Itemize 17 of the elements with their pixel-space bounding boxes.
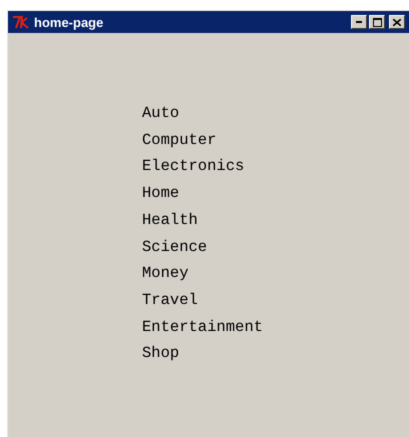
menu-link[interactable]: Computer <box>142 126 216 154</box>
menu-link[interactable]: Home <box>142 180 180 207</box>
maximize-button[interactable] <box>369 15 385 29</box>
maximize-icon <box>372 18 382 26</box>
menu-link[interactable]: Shop <box>142 340 180 368</box>
menu-link[interactable]: Entertainment <box>142 314 263 340</box>
menu-link[interactable]: Travel <box>142 286 198 314</box>
window-title: home-page <box>34 16 104 28</box>
close-icon <box>393 18 401 26</box>
menu-link[interactable]: Money <box>142 260 189 287</box>
menu-link[interactable]: Electronics <box>142 153 244 180</box>
menu-link[interactable]: Science <box>142 234 208 260</box>
minimize-button[interactable] <box>351 15 367 29</box>
menu-link[interactable]: Health <box>142 206 198 234</box>
menu-link[interactable]: Auto <box>142 100 180 127</box>
close-button[interactable] <box>389 15 405 29</box>
minimize-icon <box>356 21 362 23</box>
